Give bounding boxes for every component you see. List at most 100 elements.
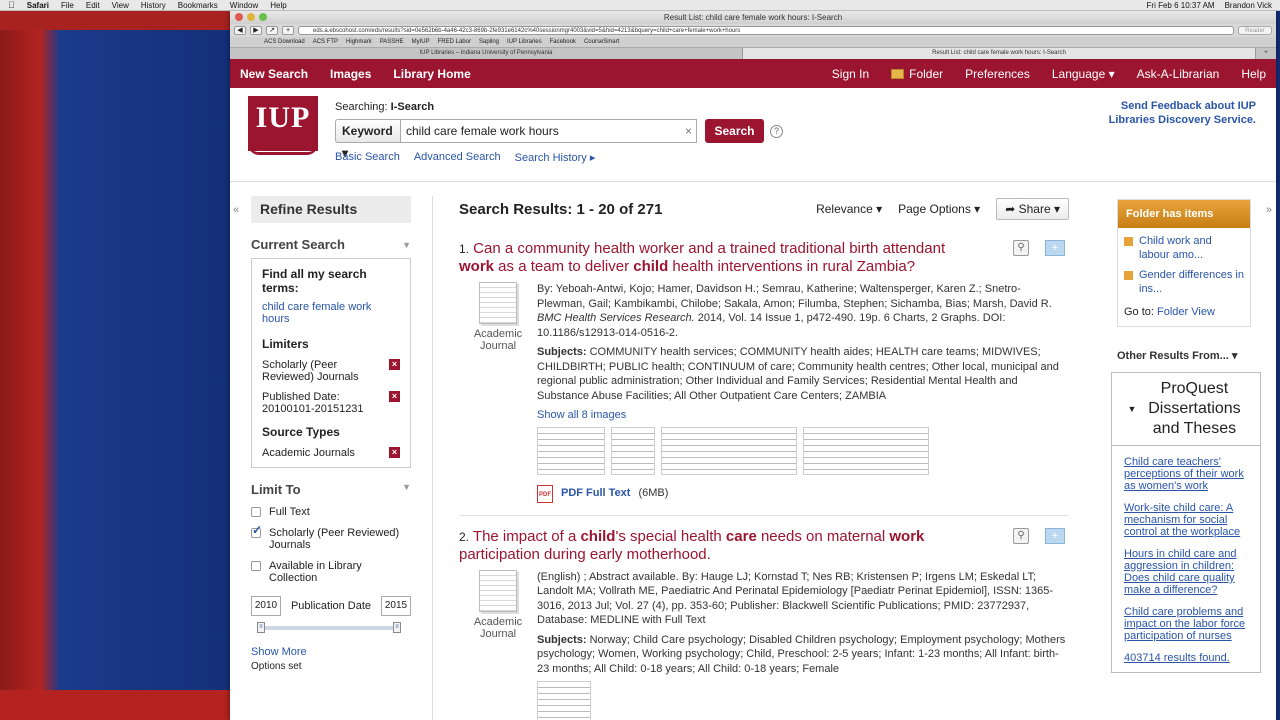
full-text-checkbox[interactable]: Full Text: [251, 506, 411, 518]
slider-handle-end[interactable]: ≡: [393, 622, 401, 633]
close-window-button[interactable]: [235, 13, 243, 21]
menu-help[interactable]: Help: [270, 1, 286, 10]
basic-search-link[interactable]: Basic Search: [335, 151, 400, 164]
bookmark[interactable]: CourseSmart: [584, 39, 619, 45]
nav-language[interactable]: Language ▾: [1052, 67, 1115, 81]
remove-icon[interactable]: ×: [389, 391, 400, 402]
folder-item[interactable]: Gender differences in ins...: [1118, 262, 1250, 296]
bookmark[interactable]: MyIUP: [412, 39, 430, 45]
scholarly-checkbox[interactable]: Scholarly (Peer Reviewed) Journals: [251, 524, 411, 551]
search-input[interactable]: child care female work hours ×: [401, 119, 697, 143]
pub-date-slider[interactable]: ≡ ≡: [251, 622, 411, 633]
page-options[interactable]: Page Options ▾: [898, 202, 980, 216]
bookmark[interactable]: ACS FTP: [313, 39, 338, 45]
image-thumbnail[interactable]: [661, 426, 797, 475]
advanced-search-link[interactable]: Advanced Search: [414, 151, 501, 164]
reader-button[interactable]: Reader: [1238, 26, 1272, 35]
bookmark[interactable]: ACS Download: [264, 39, 305, 45]
checkbox[interactable]: [251, 561, 261, 571]
proquest-header[interactable]: ▼ ProQuest Dissertations and Theses: [1112, 373, 1260, 446]
share-page-icon[interactable]: ↗: [266, 26, 278, 35]
forward-button[interactable]: ▶: [250, 26, 262, 35]
search-button[interactable]: Search: [705, 119, 764, 143]
help-icon[interactable]: ?: [770, 124, 783, 138]
nav-library-home[interactable]: Library Home: [393, 67, 470, 81]
current-search-header[interactable]: Current Search ▼: [251, 237, 411, 252]
menu-history[interactable]: History: [141, 1, 166, 10]
proquest-result-link[interactable]: Hours in child care and aggression in ch…: [1124, 548, 1250, 596]
bookmark[interactable]: PASSHE: [380, 39, 404, 45]
add-icon[interactable]: +: [282, 26, 294, 35]
checkbox-checked[interactable]: [251, 524, 262, 538]
add-to-folder-icon[interactable]: +: [1045, 527, 1065, 544]
folder-item-link[interactable]: Gender differences in ins...: [1139, 268, 1244, 296]
show-more-link[interactable]: Show More: [251, 646, 411, 658]
result-title[interactable]: 1. Can a community health worker and a t…: [459, 240, 979, 276]
field-select[interactable]: Keyword ▾: [335, 119, 401, 160]
menu-bookmarks[interactable]: Bookmarks: [178, 1, 218, 10]
clock[interactable]: Fri Feb 6 10:37 AM: [1147, 1, 1215, 10]
folder-item-link[interactable]: Child work and labour amo...: [1139, 234, 1244, 262]
apple-icon[interactable]: : [8, 0, 15, 10]
folder-view-link[interactable]: Folder View: [1157, 306, 1215, 318]
search-term-link[interactable]: child care female work hours: [262, 301, 400, 325]
collapse-right-icon[interactable]: »: [1266, 204, 1272, 216]
feedback-link[interactable]: Send Feedback about IUP Libraries Discov…: [1109, 99, 1256, 127]
minimize-window-button[interactable]: [247, 13, 255, 21]
menu-view[interactable]: View: [112, 1, 129, 10]
proquest-result-link[interactable]: Child care problems and impact on the la…: [1124, 606, 1250, 642]
proquest-result-link[interactable]: Child care teachers' perceptions of thei…: [1124, 456, 1250, 492]
nav-folder[interactable]: Folder: [891, 67, 943, 81]
menu-file[interactable]: File: [61, 1, 74, 10]
nav-sign-in[interactable]: Sign In: [832, 67, 869, 81]
bookmark[interactable]: FRED Labor: [438, 39, 471, 45]
result-title[interactable]: 2. The impact of a child's special healt…: [459, 528, 979, 564]
collapse-left-icon[interactable]: «: [233, 204, 239, 216]
remove-icon[interactable]: ×: [389, 447, 400, 458]
bookmark[interactable]: Sapling: [479, 39, 499, 45]
checkbox[interactable]: [251, 507, 261, 517]
preview-icon[interactable]: ⚲: [1013, 240, 1029, 256]
nav-new-search[interactable]: New Search: [240, 67, 308, 81]
pdf-full-text-link[interactable]: PDF Full Text: [561, 486, 630, 501]
bookmark[interactable]: Highmark: [346, 39, 372, 45]
pub-date-to-input[interactable]: 2015: [381, 596, 411, 616]
preview-icon[interactable]: ⚲: [1013, 527, 1029, 544]
address-bar[interactable]: eds.a.ebscohost.com/eds/results?sid=0e56…: [298, 26, 1234, 35]
image-thumbnail[interactable]: [537, 426, 605, 475]
new-tab-button[interactable]: +: [1256, 48, 1276, 59]
bookmark[interactable]: Facebook: [550, 39, 576, 45]
image-thumbnail[interactable]: [803, 426, 929, 475]
zoom-window-button[interactable]: [259, 13, 267, 21]
proquest-result-link[interactable]: Work-site child care: A mechanism for so…: [1124, 502, 1250, 538]
search-history-link[interactable]: Search History ▸: [515, 151, 596, 164]
slider-handle-start[interactable]: ≡: [257, 622, 265, 633]
menu-app[interactable]: Safari: [27, 1, 49, 10]
tab-iup-libraries[interactable]: IUP Libraries – Indiana University of Pe…: [230, 48, 743, 59]
relevance-sort[interactable]: Relevance ▾: [816, 202, 882, 216]
menu-edit[interactable]: Edit: [86, 1, 100, 10]
iup-logo[interactable]: IUP: [248, 96, 318, 155]
image-thumbnail[interactable]: [611, 426, 655, 475]
pdf-full-text[interactable]: PDF PDF Full Text (6MB): [537, 484, 1069, 503]
tab-result-list[interactable]: Result List: child care female work hour…: [743, 48, 1256, 59]
folder-item[interactable]: Child work and labour amo...: [1118, 228, 1250, 262]
nav-help[interactable]: Help: [1241, 67, 1266, 81]
remove-icon[interactable]: ×: [389, 359, 400, 370]
clear-icon[interactable]: ×: [685, 120, 692, 142]
nav-ask-librarian[interactable]: Ask-A-Librarian: [1137, 67, 1220, 81]
show-images-link[interactable]: Show all 8 images: [537, 408, 1069, 423]
share-button[interactable]: ➦ Share ▾: [996, 198, 1069, 220]
proquest-results-count[interactable]: 403714 results found.: [1124, 652, 1250, 664]
back-button[interactable]: ◀: [234, 26, 246, 35]
pub-date-from-input[interactable]: 2010: [251, 596, 281, 616]
other-results-header[interactable]: Other Results From... ▾: [1117, 349, 1251, 362]
library-collection-checkbox[interactable]: Available in Library Collection: [251, 560, 411, 584]
image-thumbnail[interactable]: [537, 681, 591, 720]
nav-preferences[interactable]: Preferences: [965, 67, 1030, 81]
menu-window[interactable]: Window: [230, 1, 258, 10]
bookmark[interactable]: IUP Libraries: [507, 39, 542, 45]
nav-images[interactable]: Images: [330, 67, 371, 81]
limit-to-header[interactable]: Limit To ▼: [251, 482, 411, 497]
add-to-folder-icon[interactable]: +: [1045, 240, 1065, 256]
